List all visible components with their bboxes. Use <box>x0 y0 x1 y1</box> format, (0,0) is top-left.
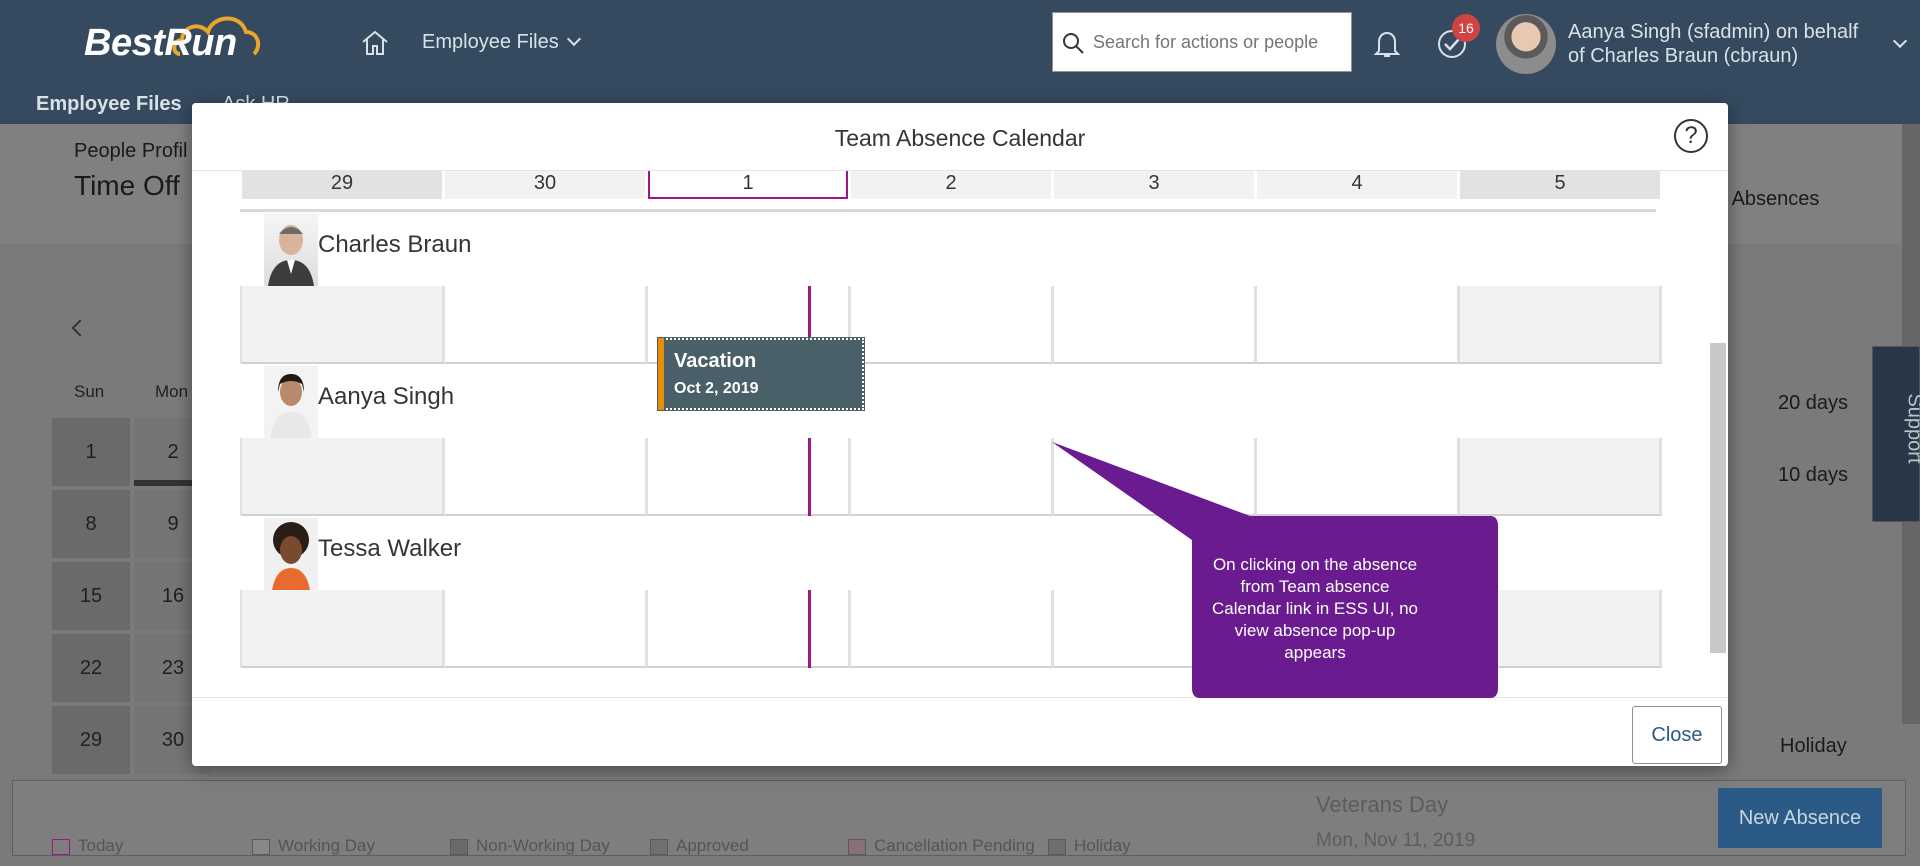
support-tab[interactable]: Support <box>1872 346 1920 522</box>
callout-text: On clicking on the absence from Team abs… <box>1212 555 1418 662</box>
legend-swatch <box>848 838 866 855</box>
calendar-cell[interactable] <box>445 438 648 516</box>
help-icon[interactable]: ? <box>1674 119 1708 153</box>
absence-type: Vacation <box>674 350 757 372</box>
employee-name[interactable]: Charles Braun <box>318 231 471 259</box>
legend-item: Today <box>52 836 123 856</box>
today-marker <box>808 590 811 668</box>
day-header: 29 <box>242 171 442 199</box>
holiday-label: Holiday <box>1780 735 1847 757</box>
day-header-today: 1 <box>648 171 848 199</box>
today-marker <box>808 438 811 516</box>
legend-swatch <box>1048 838 1066 855</box>
calendar-cell[interactable] <box>1054 286 1257 364</box>
balance-value: 20 days <box>1778 392 1849 414</box>
dialog-footer: Close <box>192 697 1728 766</box>
people-profile-breadcrumb[interactable]: People Profil <box>74 140 187 163</box>
legend-item: Holiday <box>1048 836 1131 856</box>
calendar-cell[interactable] <box>851 286 1054 364</box>
employee-photo <box>264 366 318 438</box>
calendar-cell[interactable] <box>648 438 851 516</box>
absences-tab[interactable]: n Absences <box>1716 188 1819 211</box>
legend-swatch <box>252 838 270 855</box>
notifications-bell-icon[interactable] <box>1373 29 1401 59</box>
absence-status-bar <box>658 338 664 410</box>
legend-item: Working Day <box>252 836 375 856</box>
holiday-date: Mon, Nov 11, 2019 <box>1316 830 1476 851</box>
day-header: 3 <box>1054 171 1254 199</box>
support-label: Support <box>1903 393 1920 464</box>
new-absence-button[interactable]: New Absence <box>1718 788 1882 848</box>
absence-date: Oct 2, 2019 <box>674 380 759 397</box>
holiday-title: Veterans Day <box>1316 792 1449 817</box>
legend-swatch <box>52 838 70 855</box>
calendar-cell[interactable] <box>1257 286 1460 364</box>
employee-files-menu[interactable]: Employee Files <box>422 31 581 54</box>
user-avatar[interactable] <box>1496 14 1556 74</box>
close-button[interactable]: Close <box>1632 706 1722 764</box>
dialog-scrollbar[interactable] <box>1710 343 1726 653</box>
employee-files-label: Employee Files <box>422 31 559 53</box>
calendar-day[interactable]: 22 <box>52 634 130 702</box>
day-header: 30 <box>445 171 645 199</box>
calendar-cell[interactable] <box>851 438 1054 516</box>
weekday-sun: Sun <box>74 382 105 401</box>
bestrun-logo[interactable]: BestRun <box>84 22 237 65</box>
user-name[interactable]: Aanya Singh (sfadmin) on behalf of Charl… <box>1568 20 1878 68</box>
search-box[interactable] <box>1052 12 1352 72</box>
legend-label: Cancellation Pending <box>874 836 1035 855</box>
calendar-cell[interactable] <box>648 590 851 668</box>
legend-swatch <box>450 838 468 855</box>
calendar-cell[interactable] <box>1460 590 1662 668</box>
calendar-day[interactable]: 29 <box>52 706 130 774</box>
legend-label: Approved <box>676 836 749 855</box>
legend-item: Approved <box>650 836 749 856</box>
employee-name[interactable]: Aanya Singh <box>318 383 454 411</box>
calendar-cell[interactable] <box>1054 438 1257 516</box>
calendar-cell[interactable] <box>1257 438 1460 516</box>
calendar-cell[interactable] <box>242 286 445 364</box>
todo-count-badge: 16 <box>1452 14 1480 42</box>
calendar-day[interactable]: 8 <box>52 490 130 558</box>
legend-label: Holiday <box>1074 836 1131 855</box>
dialog-title: Team Absence Calendar <box>834 125 1086 151</box>
subnav-employee-files[interactable]: Employee Files <box>36 93 182 116</box>
calendar-cell[interactable] <box>242 438 445 516</box>
calendar-cell[interactable] <box>1460 286 1662 364</box>
weekday-mon: Mon <box>155 382 189 401</box>
calendar-cell[interactable] <box>445 286 648 364</box>
employee-photo <box>264 214 318 286</box>
calendar-cell[interactable] <box>445 590 648 668</box>
day-header: 4 <box>1257 171 1457 199</box>
calendar-day[interactable]: 15 <box>52 562 130 630</box>
legend-item: Cancellation Pending <box>848 836 1035 856</box>
vacation-absence[interactable]: Vacation Oct 2, 2019 <box>657 337 865 411</box>
calendar-cell[interactable] <box>851 590 1054 668</box>
header-divider <box>240 209 1656 212</box>
search-icon <box>1063 33 1084 54</box>
employee-name[interactable]: Tessa Walker <box>318 535 461 563</box>
day-header: 2 <box>851 171 1051 199</box>
dialog-header: Team Absence Calendar ? <box>192 103 1728 171</box>
day-header: 5 <box>1460 171 1660 199</box>
legend-label: Today <box>78 836 124 855</box>
page-title: Time Off <box>74 170 180 201</box>
home-icon[interactable] <box>360 28 390 58</box>
legend-swatch <box>650 838 668 855</box>
chevron-down-icon <box>566 31 581 47</box>
legend-label: Working Day <box>278 836 375 855</box>
employee-photo <box>264 518 318 590</box>
legend-label: Non-Working Day <box>476 836 610 855</box>
balance-value: 10 days <box>1778 464 1849 486</box>
search-input[interactable] <box>1093 27 1343 57</box>
calendar-cell[interactable] <box>242 590 445 668</box>
calendar-cell[interactable] <box>1460 438 1662 516</box>
calendar-day[interactable]: 1 <box>52 418 130 486</box>
legend-item: Non-Working Day <box>450 836 610 856</box>
